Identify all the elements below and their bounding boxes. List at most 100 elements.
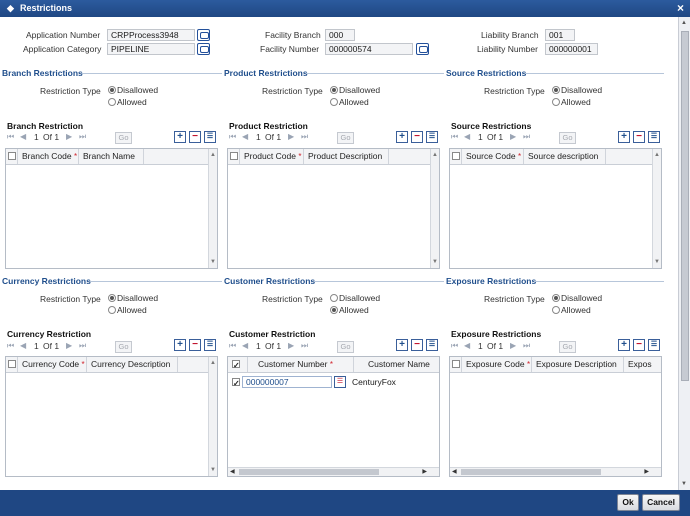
currency-description-header[interactable]: Currency Description (87, 357, 178, 372)
currency-delete-button[interactable]: − (189, 339, 201, 351)
prev-page-icon[interactable]: ◀ (464, 341, 470, 350)
select-all-checkbox[interactable] (452, 152, 460, 160)
page-number[interactable]: 1 (256, 341, 261, 351)
prev-page-icon[interactable]: ◀ (242, 341, 248, 350)
last-page-icon[interactable]: ⏭ (79, 132, 86, 142)
last-page-icon[interactable]: ⏭ (523, 341, 530, 351)
prev-page-icon[interactable]: ◀ (20, 341, 26, 350)
customer-number-header[interactable]: Customer Number * (248, 357, 354, 372)
last-page-icon[interactable]: ⏭ (301, 132, 308, 142)
customer-add-button[interactable]: + (396, 339, 408, 351)
exposure-allowed-radio[interactable]: Allowed (552, 305, 591, 315)
exposure-code-header[interactable]: Exposure Code * (462, 357, 532, 372)
customer-number-input[interactable]: 000000007 (242, 376, 332, 388)
first-page-icon[interactable]: ⏮ (229, 341, 236, 351)
exposure-delete-button[interactable]: − (633, 339, 645, 351)
close-icon[interactable]: × (677, 1, 684, 15)
scroll-down-icon[interactable]: ▼ (681, 481, 687, 487)
branch-add-button[interactable]: + (174, 131, 186, 143)
page-number[interactable]: 1 (256, 132, 261, 142)
product-disallowed-radio[interactable]: Disallowed (330, 85, 380, 95)
currency-add-button[interactable]: + (174, 339, 186, 351)
next-page-icon[interactable]: ▶ (66, 132, 72, 141)
last-page-icon[interactable]: ⏭ (79, 341, 86, 351)
page-number[interactable]: 1 (478, 132, 483, 142)
application-category-lov-icon[interactable] (197, 43, 210, 55)
select-all-checkbox[interactable] (452, 360, 460, 368)
source-go-button[interactable]: Go (559, 132, 576, 144)
last-page-icon[interactable]: ⏭ (523, 132, 530, 142)
branch-allowed-radio[interactable]: Allowed (108, 97, 147, 107)
customer-go-button[interactable]: Go (337, 341, 354, 353)
customer-name-header[interactable]: Customer Name (354, 357, 439, 372)
product-go-button[interactable]: Go (337, 132, 354, 144)
first-page-icon[interactable]: ⏮ (7, 341, 14, 351)
currency-allowed-radio[interactable]: Allowed (108, 305, 147, 315)
customer-delete-button[interactable]: − (411, 339, 423, 351)
row-select-checkbox[interactable] (232, 376, 240, 392)
ok-button[interactable]: Ok (617, 494, 639, 511)
product-add-button[interactable]: + (396, 131, 408, 143)
source-add-button[interactable]: + (618, 131, 630, 143)
scroll-up-icon[interactable]: ▲ (681, 20, 687, 26)
exposure-add-button[interactable]: + (618, 339, 630, 351)
first-page-icon[interactable]: ⏮ (7, 132, 14, 142)
select-all-checkbox[interactable] (8, 360, 16, 368)
grid-horizontal-scrollbar[interactable]: ◀ ▶ (228, 467, 439, 476)
page-number[interactable]: 1 (478, 341, 483, 351)
table-row[interactable]: 000000007 ☰ CenturyFox (228, 374, 439, 392)
currency-code-header[interactable]: Currency Code * (18, 357, 87, 372)
product-allowed-radio[interactable]: Allowed (330, 97, 369, 107)
product-description-header[interactable]: Product Description (304, 149, 389, 164)
prev-page-icon[interactable]: ◀ (242, 132, 248, 141)
next-page-icon[interactable]: ▶ (288, 132, 294, 141)
grid-vertical-scrollbar[interactable]: ▲ ▼ (208, 149, 217, 268)
application-number-lov-icon[interactable] (197, 29, 210, 41)
page-number[interactable]: 1 (34, 132, 39, 142)
grid-vertical-scrollbar[interactable]: ▲ ▼ (208, 357, 217, 476)
select-all-checkbox[interactable] (230, 152, 238, 160)
branch-single-view-button[interactable]: ☰ (204, 131, 216, 143)
exposure-disallowed-radio[interactable]: Disallowed (552, 293, 602, 303)
exposure-single-view-button[interactable]: ☰ (648, 339, 660, 351)
page-number[interactable]: 1 (34, 341, 39, 351)
select-all-checkbox[interactable] (232, 358, 240, 373)
grid-horizontal-scrollbar[interactable]: ◀ ▶ (450, 467, 661, 476)
branch-disallowed-radio[interactable]: Disallowed (108, 85, 158, 95)
product-delete-button[interactable]: − (411, 131, 423, 143)
next-page-icon[interactable]: ▶ (288, 341, 294, 350)
exposure-description-header[interactable]: Exposure Description (532, 357, 624, 372)
branch-go-button[interactable]: Go (115, 132, 132, 144)
first-page-icon[interactable]: ⏮ (451, 132, 458, 142)
customer-lov-icon[interactable]: ☰ (334, 376, 346, 388)
currency-single-view-button[interactable]: ☰ (204, 339, 216, 351)
grid-vertical-scrollbar[interactable]: ▲ ▼ (652, 149, 661, 268)
exposure-extra-header[interactable]: Expos (624, 357, 661, 372)
exposure-go-button[interactable]: Go (559, 341, 576, 353)
branch-code-header[interactable]: Branch Code * (18, 149, 79, 164)
customer-allowed-radio[interactable]: Allowed (330, 305, 369, 315)
currency-disallowed-radio[interactable]: Disallowed (108, 293, 158, 303)
prev-page-icon[interactable]: ◀ (464, 132, 470, 141)
product-code-header[interactable]: Product Code * (240, 149, 304, 164)
branch-name-header[interactable]: Branch Name (79, 149, 144, 164)
facility-number-lov-icon[interactable] (416, 43, 429, 55)
source-disallowed-radio[interactable]: Disallowed (552, 85, 602, 95)
source-allowed-radio[interactable]: Allowed (552, 97, 591, 107)
source-description-header[interactable]: Source description (524, 149, 606, 164)
main-vertical-scrollbar[interactable]: ▲ ▼ (678, 17, 690, 490)
cancel-button[interactable]: Cancel (642, 494, 680, 511)
customer-single-view-button[interactable]: ☰ (426, 339, 438, 351)
last-page-icon[interactable]: ⏭ (301, 341, 308, 351)
product-single-view-button[interactable]: ☰ (426, 131, 438, 143)
branch-delete-button[interactable]: − (189, 131, 201, 143)
first-page-icon[interactable]: ⏮ (229, 132, 236, 142)
prev-page-icon[interactable]: ◀ (20, 132, 26, 141)
select-all-checkbox[interactable] (8, 152, 16, 160)
source-delete-button[interactable]: − (633, 131, 645, 143)
scroll-thumb[interactable] (681, 31, 689, 381)
source-code-header[interactable]: Source Code * (462, 149, 524, 164)
customer-disallowed-radio[interactable]: Disallowed (330, 293, 380, 303)
first-page-icon[interactable]: ⏮ (451, 341, 458, 351)
next-page-icon[interactable]: ▶ (66, 341, 72, 350)
